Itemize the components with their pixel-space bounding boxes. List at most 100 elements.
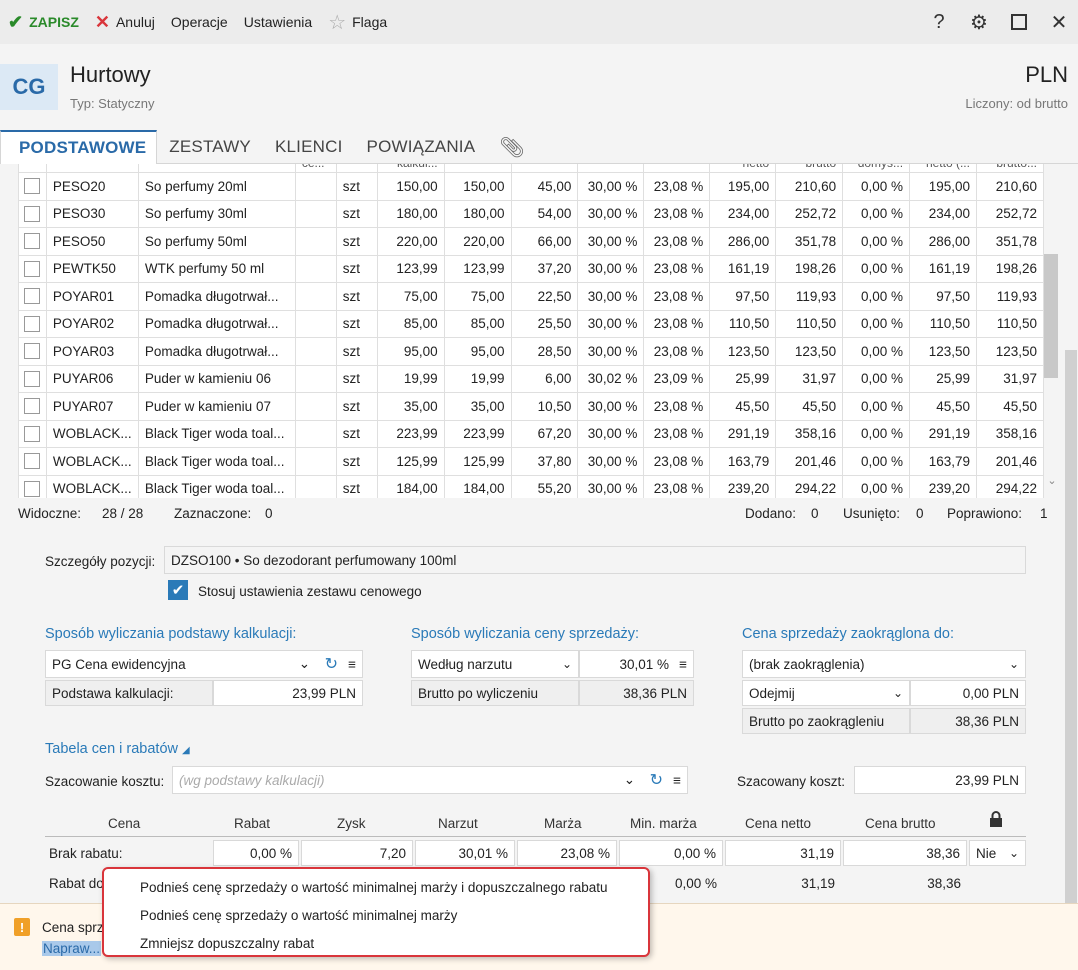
- position-details-value: DZSO100 • So dezodorant perfumowany 100m…: [164, 546, 1026, 574]
- table-cell: szt: [335, 227, 378, 256]
- table-cell: 220,00: [443, 227, 512, 256]
- table-row[interactable]: POYAR01 Pomadka długotrwał... szt 75,00 75,0…: [18, 282, 1044, 311]
- refresh-icon[interactable]: ↻: [650, 770, 663, 790]
- table-row[interactable]: WOBLACK... Black Tiger woda toal... szt 223…: [18, 419, 1044, 448]
- table-cell: 23,08 %: [643, 254, 711, 283]
- sale-method-select[interactable]: Według narzutu ⌄: [411, 650, 579, 678]
- rounding-mode-select[interactable]: Odejmij ⌄: [742, 680, 910, 706]
- min-margin-field[interactable]: 0,00 %: [619, 840, 723, 866]
- price-table-title: Tabela cen i rabatów: [45, 741, 178, 757]
- table-cell: 23,08 %: [643, 172, 711, 201]
- gross-price-field[interactable]: 38,36: [843, 840, 967, 866]
- table-cell: WTK perfumy 50 ml: [137, 254, 296, 283]
- lock-select[interactable]: Nie ⌄: [969, 840, 1026, 866]
- markup-field[interactable]: 30,01 %: [415, 840, 515, 866]
- menu-icon[interactable]: ≡: [348, 657, 356, 672]
- cost-estimate-select[interactable]: (wg podstawy kalkulacji) ⌄ ↻ ≡: [172, 766, 688, 794]
- row-checkbox[interactable]: [24, 315, 41, 332]
- table-cell: 201,46: [775, 447, 844, 476]
- tab-basic[interactable]: PODSTAWOWE: [0, 130, 158, 164]
- visible-label: Widoczne:: [18, 505, 82, 521]
- table-row[interactable]: PEWTK50 WTK perfumy 50 ml szt 123,99 123,99 3…: [18, 254, 1044, 283]
- maximize-icon[interactable]: [1006, 9, 1032, 35]
- table-cell: 30,00 %: [577, 282, 645, 311]
- removed-value: 0: [916, 505, 924, 521]
- table-cell: [294, 172, 337, 201]
- apply-set-checkbox[interactable]: ✔: [168, 580, 188, 600]
- menu-icon[interactable]: ≡: [679, 657, 687, 672]
- est-cost-value[interactable]: 23,99 PLN: [854, 766, 1026, 794]
- grid-scrollbar-thumb[interactable]: [1044, 254, 1058, 378]
- table-row[interactable]: POYAR03 Pomadka długotrwał... szt 95,00 95,0…: [18, 337, 1044, 366]
- menu-item-raise-min-margin-and-discount[interactable]: Podnieś cenę sprzedaży o wartość minimal…: [104, 873, 648, 901]
- lock-icon[interactable]: [989, 811, 1003, 831]
- table-cell: 0,00 %: [842, 172, 911, 201]
- page-scrollbar[interactable]: [1062, 164, 1078, 910]
- table-row[interactable]: WOBLACK... Black Tiger woda toal... szt 125…: [18, 447, 1044, 476]
- table-row[interactable]: PESO30 So perfumy 30ml szt 180,00 180,00 54,0…: [18, 199, 1044, 228]
- row-checkbox[interactable]: [24, 260, 41, 277]
- row-checkbox[interactable]: [24, 233, 41, 250]
- chevron-down-icon: ⌄: [1008, 846, 1019, 860]
- table-row[interactable]: PUYAR06 Puder w kamieniu 06 szt 19,99 19,99 6…: [18, 364, 1044, 393]
- net-price-field[interactable]: 31,19: [725, 870, 841, 896]
- net-price-field[interactable]: 31,19: [725, 840, 841, 866]
- table-cell: 25,99: [709, 364, 777, 393]
- scroll-down-icon[interactable]: ⌄: [1044, 474, 1060, 487]
- price-table-toggle[interactable]: Tabela cen i rabatów ◢: [45, 741, 190, 757]
- table-cell: 0,00 %: [842, 419, 911, 448]
- close-icon[interactable]: ✕: [1046, 9, 1072, 35]
- table-cell: 35,00: [443, 392, 512, 421]
- lock-select-value: Nie: [976, 845, 997, 861]
- price-table-divider: [45, 836, 1026, 837]
- paperclip-icon[interactable]: 📎︎: [487, 130, 537, 164]
- rounding-amount[interactable]: 0,00 PLN: [910, 680, 1026, 706]
- cancel-button[interactable]: ✕ Anuluj: [87, 0, 163, 44]
- help-icon[interactable]: ?: [926, 9, 952, 35]
- calc-base-select[interactable]: PG Cena ewidencyjna ⌄ ↻ ≡: [45, 650, 363, 678]
- discount-field[interactable]: 0,00 %: [213, 840, 299, 866]
- table-row[interactable]: PESO20 So perfumy 20ml szt 150,00 150,00 45,0…: [18, 172, 1044, 201]
- gross-round-label: Brutto po zaokrągleniu: [742, 708, 910, 734]
- flag-button[interactable]: ☆ Flaga: [320, 0, 395, 44]
- table-cell: So perfumy 30ml: [137, 199, 296, 228]
- calc-base-title: Sposób wyliczania podstawy kalkulacji:: [45, 626, 297, 642]
- position-details-label: Szczegóły pozycji:: [45, 554, 156, 569]
- sale-percent-field[interactable]: 30,01 % ≡: [579, 650, 694, 678]
- row-checkbox[interactable]: [24, 178, 41, 195]
- calc-base-amount[interactable]: 23,99 PLN: [213, 680, 363, 706]
- save-button[interactable]: ✔ ZAPISZ: [0, 0, 87, 44]
- table-cell: 150,00: [376, 172, 445, 201]
- tab-sets[interactable]: ZESTAWY: [157, 130, 263, 164]
- gear-icon[interactable]: ⚙: [966, 9, 992, 35]
- row-checkbox[interactable]: [24, 480, 41, 497]
- menu-item-raise-min-margin[interactable]: Podnieś cenę sprzedaży o wartość minimal…: [104, 901, 648, 929]
- row-checkbox[interactable]: [24, 205, 41, 222]
- row-checkbox[interactable]: [24, 425, 41, 442]
- row-checkbox[interactable]: [24, 343, 41, 360]
- row-checkbox[interactable]: [24, 288, 41, 305]
- table-cell: 123,99: [376, 254, 445, 283]
- gross-price-field[interactable]: 38,36: [843, 870, 967, 896]
- profit-field[interactable]: 7,20: [301, 840, 413, 866]
- fix-link[interactable]: Napraw...: [42, 941, 102, 956]
- table-row[interactable]: WOBLACK... Black Tiger woda toal... szt 184…: [18, 474, 1044, 498]
- refresh-icon[interactable]: ↻: [325, 654, 338, 674]
- table-row[interactable]: PUYAR07 Puder w kamieniu 07 szt 35,00 35,00 1…: [18, 392, 1044, 421]
- menu-item-reduce-discount[interactable]: Zmniejsz dopuszczalny rabat: [104, 929, 648, 957]
- row-checkbox[interactable]: [24, 398, 41, 415]
- cost-estimate-label: Szacowanie kosztu:: [45, 774, 165, 789]
- settings-menu[interactable]: Ustawienia: [236, 0, 320, 44]
- table-cell: 0,00 %: [842, 254, 911, 283]
- tab-relations[interactable]: POWIĄZANIA: [355, 130, 488, 164]
- table-row[interactable]: PESO50 So perfumy 50ml szt 220,00 220,00 66,0…: [18, 227, 1044, 256]
- row-checkbox[interactable]: [24, 370, 41, 387]
- tab-clients[interactable]: KLIENCI: [263, 130, 355, 164]
- rounding-select[interactable]: (brak zaokrąglenia) ⌄: [742, 650, 1026, 678]
- operations-menu[interactable]: Operacje: [163, 0, 236, 44]
- table-row[interactable]: POYAR02 Pomadka długotrwał... szt 85,00 85,0…: [18, 309, 1044, 338]
- menu-icon[interactable]: ≡: [673, 773, 681, 788]
- margin-field[interactable]: 23,08 %: [517, 840, 617, 866]
- row-checkbox[interactable]: [24, 453, 41, 470]
- table-cell: 351,78: [775, 227, 844, 256]
